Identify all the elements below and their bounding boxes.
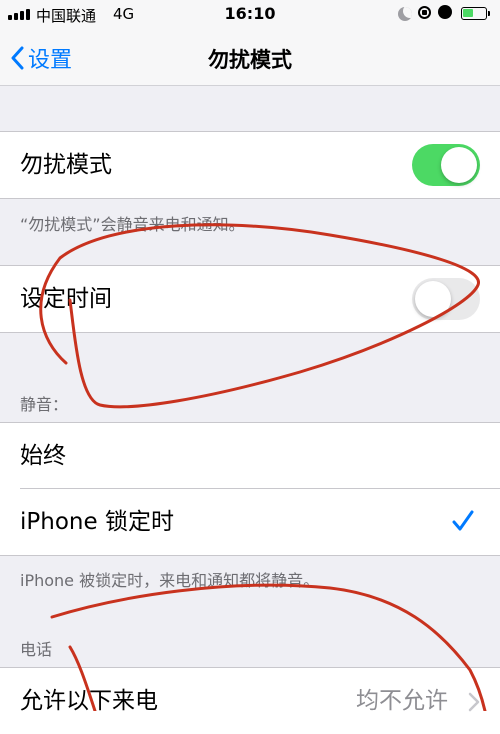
dnd-row[interactable]: 勿扰模式 <box>0 132 500 198</box>
phone-section-header: 电话 <box>20 640 53 659</box>
alarm-icon <box>438 5 452 19</box>
divider <box>0 332 500 333</box>
silence-footnote: iPhone 被锁定时，来电和通知都将静音。 <box>20 571 320 590</box>
silence-section-header: 静音： <box>20 395 69 414</box>
status-bar: 中国联通 4G 16:10 <box>0 0 500 30</box>
allow-calls-value: 均不允许 <box>356 688 448 714</box>
rotation-lock-icon <box>418 6 431 19</box>
battery-icon <box>461 7 490 20</box>
moon-icon <box>398 7 412 21</box>
scheduled-row[interactable]: 设定时间 <box>0 266 500 332</box>
red-annotation-strokes <box>39 223 487 711</box>
allow-calls-label: 允许以下来电 <box>20 688 158 714</box>
silence-option-always[interactable]: 始终 <box>0 423 500 489</box>
scheduled-toggle[interactable] <box>412 278 480 320</box>
silence-option-label: 始终 <box>20 443 66 469</box>
silence-option-locked[interactable]: iPhone 锁定时 <box>0 489 500 555</box>
dnd-label: 勿扰模式 <box>20 152 112 178</box>
chevron-right-icon <box>468 692 480 712</box>
navigation-bar: 设置 勿扰模式 <box>0 30 500 86</box>
page-title: 勿扰模式 <box>208 48 292 72</box>
silence-option-label: iPhone 锁定时 <box>20 509 174 535</box>
checkmark-icon <box>452 510 474 531</box>
toggle-knob <box>415 281 451 317</box>
divider <box>0 198 500 199</box>
divider <box>0 555 500 556</box>
dnd-footnote: “勿扰模式”会静音来电和通知。 <box>20 215 245 234</box>
dnd-toggle[interactable] <box>412 144 480 186</box>
allow-calls-row[interactable]: 允许以下来电 均不允许 <box>0 668 500 734</box>
toggle-knob <box>441 147 477 183</box>
scheduled-label: 设定时间 <box>20 286 112 312</box>
